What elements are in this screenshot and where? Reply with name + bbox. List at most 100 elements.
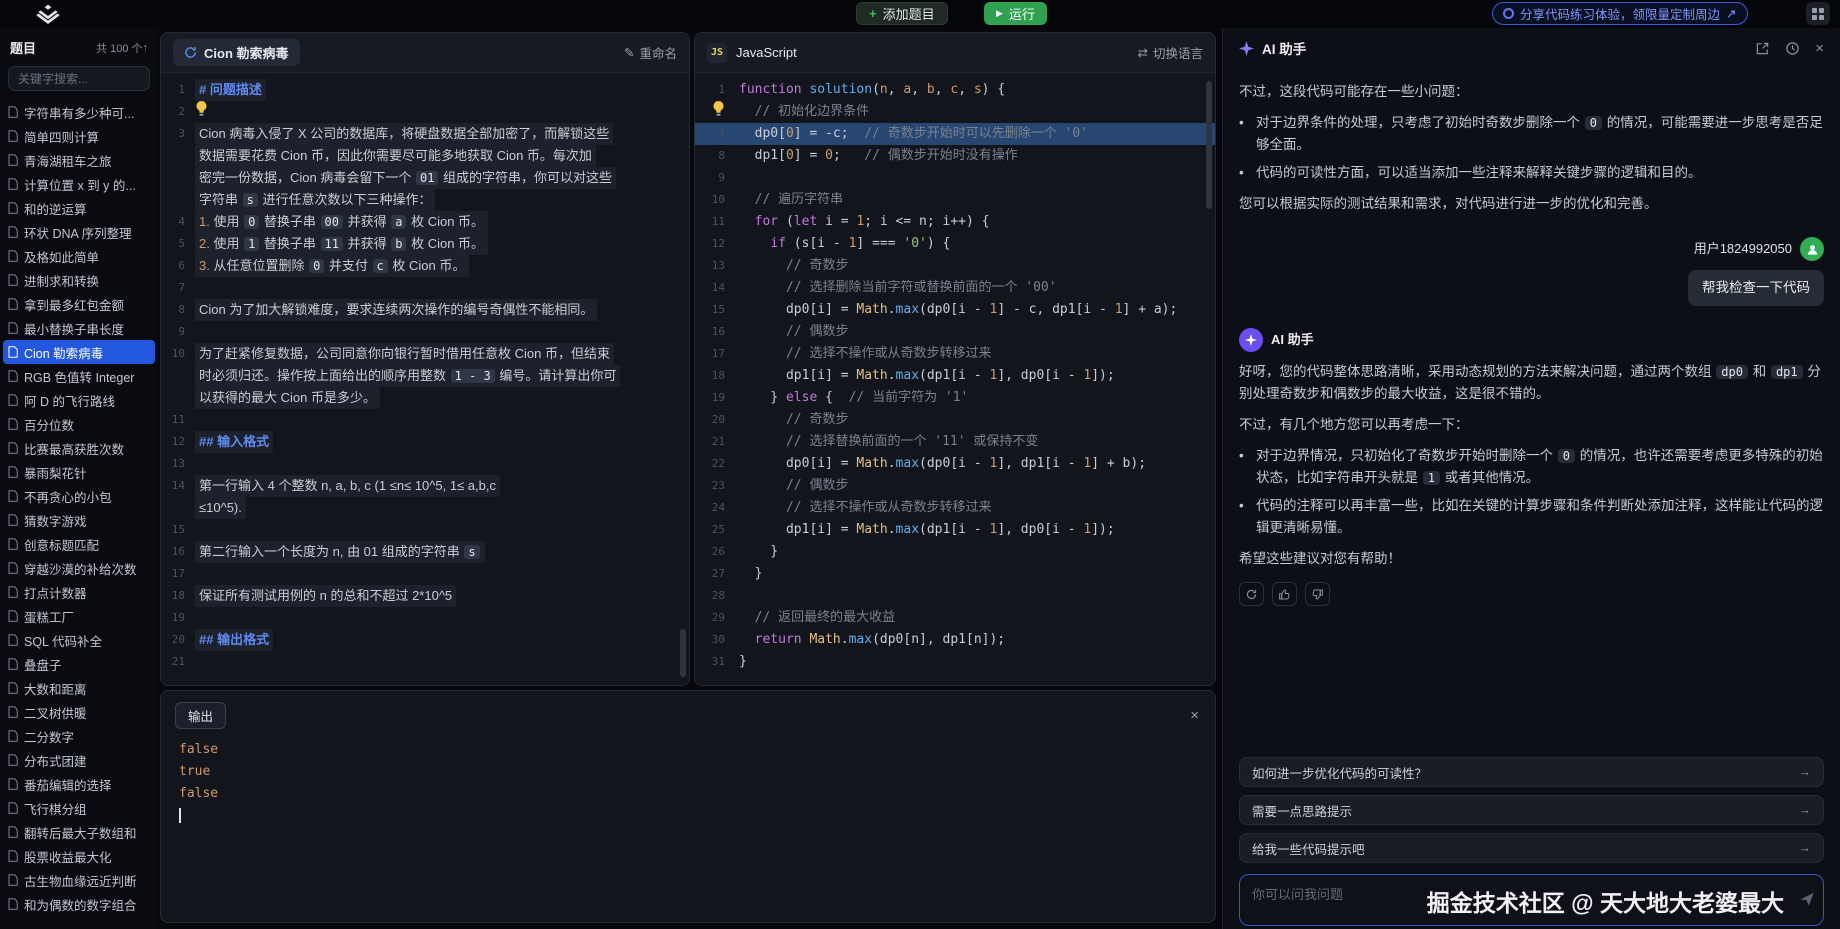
sidebar-item[interactable]: 简单四则计算 [0,124,158,148]
sidebar-item[interactable]: 进制求和转换 [0,268,158,292]
sidebar-item[interactable]: 穿越沙漠的补给次数 [0,556,158,580]
swap-icon: ⇄ [1138,45,1148,60]
document-icon [8,634,18,646]
document-icon [8,682,18,694]
sidebar-item[interactable]: 大数和距离 [0,676,158,700]
ai-assistant-panel: AI 助手 × 不过，这段代码可能存在一些小问题：•对于边界条件的处理，只考虑了… [1222,28,1840,929]
rename-label: 重命名 [639,43,677,62]
sidebar-item[interactable]: 暴雨梨花针 [0,460,158,484]
problem-title-pill[interactable]: Cion 勒索病毒 [173,39,300,66]
sidebar-item[interactable]: 飞行棋分组 [0,796,158,820]
code-line-text: } else { // 当前字符为 '1' [739,387,968,409]
line-number: 22 [695,453,739,475]
sidebar-item[interactable]: 青海湖租车之旅 [0,148,158,172]
rename-button[interactable]: ✎ 重命名 [624,43,677,62]
sidebar-item[interactable]: 不再贪心的小包 [0,484,158,508]
sidebar-item[interactable]: Cion 勒索病毒 [3,340,155,364]
thumbs-up-icon[interactable] [1272,582,1297,606]
sidebar-item[interactable]: 和的逆运算 [0,196,158,220]
thumbs-down-icon[interactable] [1305,582,1330,606]
suggested-question[interactable]: 给我一些代码提示吧→ [1239,833,1824,863]
hint-bulb-icon[interactable] [195,101,208,116]
line-number: 2 [161,101,195,123]
regenerate-icon[interactable] [1239,582,1264,606]
sidebar-item[interactable]: 二叉树供暖 [0,700,158,724]
sidebar-item[interactable]: 计算位置 x 到 y 的... [0,172,158,196]
run-label: 运行 [1009,4,1035,23]
code-line: 14 // 选择删除当前字符或替换前面的一个 '00' [695,277,1215,299]
problem-line: 20## 输出格式 [161,629,689,651]
code-line: 30 return Math.max(dp0[n], dp1[n]); [695,629,1215,651]
sidebar-item[interactable]: 比赛最高获胜次数 [0,436,158,460]
sidebar-item[interactable]: 蛋糕工厂 [0,604,158,628]
problem-count: 共 100 个 [96,40,142,56]
sidebar-item[interactable]: 创意标题匹配 [0,532,158,556]
new-chat-icon[interactable] [1755,41,1770,56]
close-icon[interactable]: × [1815,40,1824,57]
ai-message-actions [1239,582,1824,606]
sidebar-item-label: 青海湖租车之旅 [24,151,112,170]
code-line-text: dp1[0] = 0; // 偶数步开始时没有操作 [739,145,1018,167]
sidebar-item-label: 蛋糕工厂 [24,607,74,626]
sort-icon[interactable]: ↑ [143,42,149,54]
close-icon[interactable]: × [1190,707,1199,724]
refresh-icon [184,46,197,59]
sidebar-item[interactable]: 环状 DNA 序列整理 [0,220,158,244]
sidebar-item[interactable]: 打点计数器 [0,580,158,604]
run-button[interactable]: ▶ 运行 [984,2,1047,25]
arrow-right-icon: → [1799,765,1812,779]
line-number: 20 [161,629,195,651]
code-line-text: for (let i = 1; i <= n; i++) { [739,211,989,233]
line-number: 26 [695,541,739,563]
send-icon[interactable] [1798,890,1816,913]
sidebar-item[interactable]: RGB 色值转 Integer [0,364,158,388]
switch-language-button[interactable]: ⇄ 切换语言 [1138,43,1204,62]
document-icon [8,178,18,190]
sidebar-item[interactable]: 叠盘子 [0,652,158,676]
sidebar-item[interactable]: 古生物血缘远近判断 [0,868,158,892]
problem-line: 10为了赶紧修复数据，公司同意你向银行暂时借用任意枚 Cion 币，但结束 [161,343,689,365]
juejin-logo[interactable] [36,4,60,29]
sidebar-item[interactable]: 百分位数 [0,412,158,436]
history-icon[interactable] [1785,41,1800,56]
sidebar-item[interactable]: 和为偶数的数字组合 [0,892,158,916]
suggested-question[interactable]: 需要一点思路提示→ [1239,795,1824,825]
sidebar-item[interactable]: SQL 代码补全 [0,628,158,652]
code-line: 20 // 奇数步 [695,409,1215,431]
share-promo-button[interactable]: 分享代码练习体验，领限量定制周边 ↗ [1492,2,1748,25]
sidebar-item[interactable]: 字符串有多少种可... [0,100,158,124]
code-editor[interactable]: 1function solution(n, a, b, c, s) { // 初… [695,73,1215,673]
sidebar-item[interactable]: 最小替换子串长度 [0,316,158,340]
document-icon [8,562,18,574]
line-number: 21 [161,651,195,673]
inline-code-chip: dp1 [1771,365,1803,379]
problem-title: Cion 勒索病毒 [204,43,289,62]
sidebar-item[interactable]: 猜数字游戏 [0,508,158,532]
sidebar-item-label: 打点计数器 [24,583,87,602]
problem-line: 14第一行输入 4 个整数 n, a, b, c (1 ≤n≤ 10^5, 1≤… [161,475,689,497]
search-input[interactable] [8,66,150,91]
sidebar-item[interactable]: 番茄编辑的选择 [0,772,158,796]
sidebar-item[interactable]: 分布式团建 [0,748,158,772]
sidebar-item[interactable]: 翻转后最大子数组和 [0,820,158,844]
sidebar-item[interactable]: 及格如此简单 [0,244,158,268]
code-line-text: dp1[i] = Math.max(dp1[i - 1], dp0[i - 1]… [739,365,1115,387]
add-problem-button[interactable]: + 添加题目 [856,2,948,25]
user-meta: 用户1824992050 [1694,237,1824,261]
code-line-text: } [739,541,778,563]
hint-bulb-icon[interactable] [695,101,739,123]
sidebar-item[interactable]: 阿 D 的飞行路线 [0,388,158,412]
problem-line-text: 第二行输入一个长度为 n, 由 01 组成的字符串 s [195,541,485,563]
sidebar-item-label: 比赛最高获胜次数 [24,439,124,458]
code-line-text: } [739,651,747,673]
sidebar-item[interactable]: 拿到最多红包金额 [0,292,158,316]
play-icon: ▶ [996,8,1003,19]
apps-grid-button[interactable] [1806,2,1830,25]
scrollbar-thumb[interactable] [1206,81,1212,209]
sidebar-item[interactable]: 二分数字 [0,724,158,748]
problem-markdown-editor[interactable]: 1# 问题描述23Cion 病毒入侵了 X 公司的数据库，将硬盘数据全部加密了，… [161,73,689,673]
suggested-question[interactable]: 如何进一步优化代码的可读性？→ [1239,757,1824,787]
sidebar-item[interactable]: 股票收益最大化 [0,844,158,868]
document-icon [8,826,18,838]
scrollbar-thumb[interactable] [680,629,686,677]
